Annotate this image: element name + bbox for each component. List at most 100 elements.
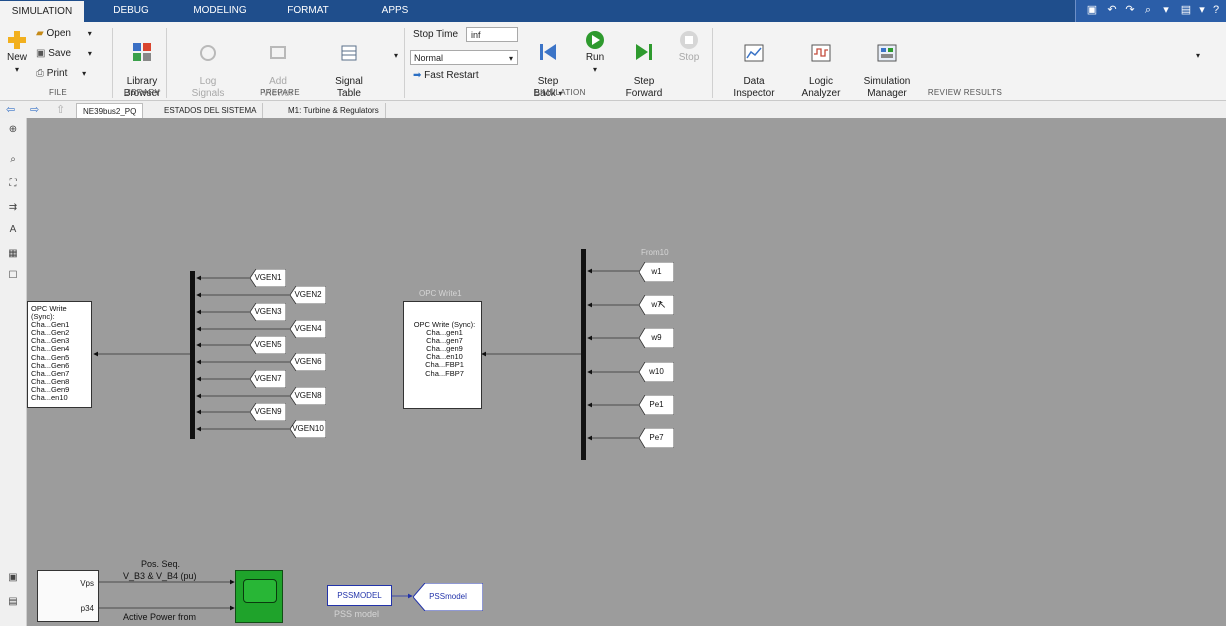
zoom-icon[interactable]: ⌕: [6, 154, 20, 166]
from-tag-vgen8[interactable]: VGEN8: [289, 386, 327, 406]
prepare-expand-button[interactable]: ▾: [390, 50, 402, 62]
new-button[interactable]: New ▾: [4, 30, 30, 76]
from-tag-vgen3[interactable]: VGEN3: [249, 302, 287, 322]
from-tag-w1[interactable]: w1: [638, 261, 675, 283]
fast-restart-button[interactable]: ➡ Fast Restart: [413, 70, 493, 82]
log-signals-icon: [200, 45, 216, 61]
tab-format[interactable]: FORMAT: [280, 0, 336, 22]
data-inspector-button[interactable]: Data Inspector: [728, 32, 780, 100]
stop-icon: [680, 31, 698, 49]
mouse-cursor-icon: ↖: [658, 300, 667, 311]
signal-table-icon: [341, 45, 357, 61]
forward-arrow-icon[interactable]: ⇨: [30, 103, 39, 116]
new-icon: [8, 31, 26, 49]
from-tag-vgen10[interactable]: VGEN10: [289, 419, 327, 439]
area-icon[interactable]: ☐: [6, 270, 20, 282]
stop-label: Stop: [678, 52, 700, 63]
from-tag-label: Pe7: [649, 433, 664, 442]
logic-analyzer-button[interactable]: Logic Analyzer: [796, 32, 846, 100]
from-tag-w10[interactable]: w10: [638, 361, 675, 383]
from-tag-vgen9[interactable]: VGEN9: [249, 402, 287, 422]
wires-layer: [93, 268, 639, 611]
section-label-file: FILE: [48, 88, 68, 97]
quick-access-toolbar: ▣ ↶ ↷ ⌕ ▾ ▤ ▾ ?: [1075, 0, 1226, 22]
library-browser-icon: [133, 43, 151, 61]
run-button[interactable]: Run ▾: [578, 30, 612, 76]
from-tag-w9[interactable]: w9: [638, 327, 675, 349]
pss-model-block[interactable]: PSSMODEL: [327, 585, 392, 606]
redo-icon[interactable]: ↷: [1124, 4, 1136, 16]
tab-modeling[interactable]: MODELING: [185, 0, 255, 22]
save-button[interactable]: ▣ Save ▾: [36, 48, 100, 60]
from-tag-vgen5[interactable]: VGEN5: [249, 335, 287, 355]
from-tag-vgen4[interactable]: VGEN4: [289, 319, 327, 339]
arrow-right-icon[interactable]: ⇉: [6, 202, 20, 214]
window-icon[interactable]: ▤: [1180, 4, 1192, 16]
from-tag-label: w1: [651, 267, 662, 276]
scope-block[interactable]: [235, 570, 283, 623]
from-tag-vgen1[interactable]: VGEN1: [249, 268, 287, 288]
opc-write1-block[interactable]: OPC Write (Sync): Cha...gen1 Cha...gen7 …: [403, 301, 482, 409]
step-forward-label: Step Forward: [625, 76, 663, 99]
logic-analyzer-icon: [811, 44, 831, 62]
from-tag-pe1[interactable]: Pe1: [638, 394, 675, 416]
zoom-icon[interactable]: ⌕: [1142, 4, 1154, 16]
help-icon[interactable]: ?: [1210, 4, 1222, 16]
fit-to-view-icon[interactable]: ⛶: [6, 178, 20, 190]
ribbon-divider: [404, 28, 405, 98]
log-signals-button[interactable]: Log Signals: [184, 32, 232, 100]
tab-ne39bus2-pq[interactable]: NE39bus2_PQ: [76, 103, 144, 119]
tab-apps[interactable]: APPS: [370, 0, 420, 22]
from-tag-vgen2[interactable]: VGEN2: [289, 285, 327, 305]
section-label-review-results: REVIEW RESULTS: [927, 88, 1003, 97]
port-label-p34: p34: [80, 604, 94, 613]
open-button[interactable]: ▰ Open ▾: [36, 28, 100, 40]
print-button[interactable]: ⎙ Print ▾: [36, 68, 100, 80]
run-label: Run: [585, 52, 605, 63]
from-tag-w7[interactable]: w7 ↖: [638, 294, 675, 316]
image-icon[interactable]: ▦: [6, 248, 20, 260]
tab-simulation[interactable]: SIMULATION: [0, 0, 84, 23]
camera-icon[interactable]: ▣: [6, 572, 20, 584]
port-label-vps: Vps: [80, 579, 94, 588]
up-arrow-icon[interactable]: ⇧: [56, 103, 65, 116]
property-inspector-icon[interactable]: ▤: [6, 596, 20, 608]
from-tag-vgen7[interactable]: VGEN7: [249, 369, 287, 389]
step-forward-button[interactable]: Step Forward: [622, 30, 666, 100]
tab-turbine-regulators[interactable]: M1: Turbine & Regulators: [282, 103, 386, 118]
expand-icon[interactable]: ▾: [1196, 4, 1208, 16]
new-label: New: [6, 52, 27, 63]
back-arrow-icon[interactable]: ⇦: [6, 103, 15, 116]
opc-write-title: OPC Write (Sync):: [31, 304, 67, 322]
simulation-manager-label: Simulation Manager: [863, 76, 911, 99]
goto-tag-pssmodel[interactable]: PSSmodel: [412, 582, 484, 612]
simulation-mode-select[interactable]: Normal ▾: [410, 50, 518, 65]
opc-write-block-left[interactable]: OPC Write (Sync): Cha...Gen1 Cha...Gen2 …: [27, 301, 92, 408]
step-back-icon: [540, 44, 556, 60]
save-icon[interactable]: ▣: [1086, 4, 1098, 16]
stop-button[interactable]: Stop: [674, 30, 704, 64]
undo-icon[interactable]: ↶: [1106, 4, 1118, 16]
tab-debug[interactable]: DEBUG: [100, 0, 162, 22]
stop-time-input[interactable]: inf: [466, 27, 518, 42]
ribbon-divider: [166, 28, 167, 98]
from-tag-vgen6[interactable]: VGEN6: [289, 352, 327, 372]
tab-estados-del-sistema[interactable]: ESTADOS DEL SISTEMA: [158, 103, 264, 118]
hide-show-icon[interactable]: ⊕: [6, 124, 20, 136]
mux-bus-left[interactable]: [190, 271, 195, 439]
run-icon: [586, 31, 604, 49]
simulation-mode-value: Normal: [414, 53, 444, 63]
signal-table-button[interactable]: Signal Table: [326, 32, 372, 100]
simulation-manager-button[interactable]: Simulation Manager: [858, 32, 916, 100]
stop-time-label: Stop Time: [413, 29, 459, 40]
layout-icon[interactable]: ▾: [1160, 4, 1172, 16]
simulation-manager-icon: [877, 44, 897, 62]
ribbon-collapse-button[interactable]: ▾: [1192, 50, 1204, 62]
measurement-subsystem[interactable]: Vps p34: [37, 570, 99, 622]
mux-bus-right[interactable]: [581, 249, 586, 460]
signal-table-label: Signal Table: [335, 76, 363, 99]
folder-icon: ▰: [36, 28, 44, 39]
annotation-icon[interactable]: A: [6, 224, 20, 236]
from-tag-pe7[interactable]: Pe7: [638, 427, 675, 449]
model-canvas[interactable]: OPC Write (Sync): Cha...Gen1 Cha...Gen2 …: [27, 118, 1226, 626]
